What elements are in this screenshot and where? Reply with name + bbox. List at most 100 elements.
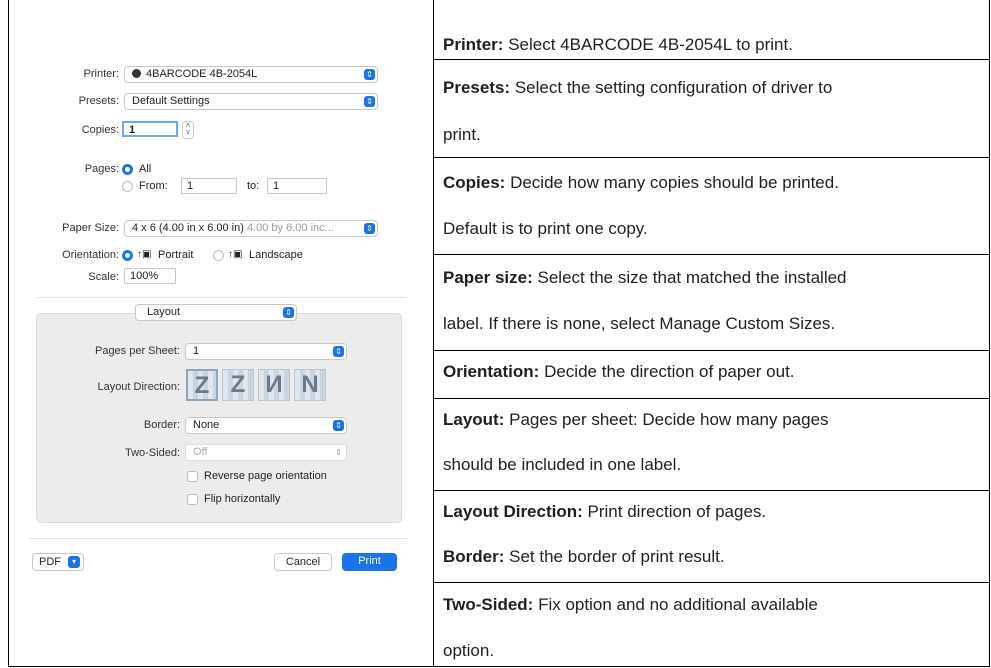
row-term: Printer: <box>443 35 504 54</box>
row-term: Copies: <box>443 173 506 192</box>
pdf-label: PDF <box>39 556 61 568</box>
row-line: Select the setting configuration of driv… <box>514 78 833 97</box>
two-sided-value: Off <box>193 446 208 458</box>
row-line: Default is to print one copy. <box>443 219 648 238</box>
landscape-icon: ↑▣ <box>228 249 243 260</box>
presets-value: Default Settings <box>132 95 210 107</box>
row-line: print. <box>443 125 481 144</box>
chevron-updown-icon: ⇕ <box>364 69 375 80</box>
row-line: Decide the direction of paper out. <box>544 362 795 381</box>
pages-all-label: All <box>139 163 152 175</box>
row-term: Border: <box>443 547 505 566</box>
pages-per-sheet-select[interactable]: 1 ⇕ <box>185 343 347 360</box>
layout-direction-label: Layout Direction: <box>97 381 180 393</box>
copies-stepper[interactable]: ˄ ˅ <box>182 121 194 139</box>
row-line: Pages per sheet: Decide how many pages <box>509 410 829 429</box>
paper-size-value: 4 x 6 (4.00 in x 6.00 in) <box>132 222 244 234</box>
table-row: Presets: Select the setting configuratio… <box>434 60 989 158</box>
row-text: Copies: Decide how many copies should be… <box>443 173 839 193</box>
row-line: Select 4BARCODE 4B-2054L to print. <box>508 35 793 54</box>
row-term: Two-Sided: <box>443 595 534 614</box>
border-select[interactable]: None ⇕ <box>185 417 347 434</box>
reverse-page-label: Reverse page orientation <box>204 470 327 482</box>
section-select[interactable]: Layout ⇕ <box>135 304 297 321</box>
chevron-updown-icon: ⇕ <box>333 420 344 431</box>
pages-to-label: to: <box>247 180 260 192</box>
portrait-icon: ↑▣ <box>137 249 152 260</box>
flip-horizontally-label: Flip horizontally <box>204 493 281 505</box>
portrait-label: Portrait <box>158 249 194 261</box>
landscape-radio[interactable] <box>213 250 224 261</box>
row-text: Presets: Select the setting configuratio… <box>443 78 832 98</box>
row-line: Decide how many copies should be printed… <box>510 173 839 192</box>
scale-field[interactable]: 100% <box>124 268 176 284</box>
orientation-label: Orientation: <box>62 249 119 261</box>
paper-size-label: Paper Size: <box>62 222 119 234</box>
table-row: Printer: Select 4BARCODE 4B-2054L to pri… <box>434 0 989 60</box>
row-line: label. If there is none, select Manage C… <box>443 314 836 333</box>
separator <box>36 297 406 298</box>
layout-direction-z-reverse-icon[interactable]: Z <box>222 369 254 401</box>
landscape-label: Landscape <box>249 249 303 261</box>
layout-direction-n-icon[interactable]: N <box>294 369 326 401</box>
row-term: Paper size: <box>443 268 533 287</box>
two-sided-select[interactable]: Off ⇕ <box>185 444 347 461</box>
pages-label: Pages: <box>84 163 119 175</box>
layout-direction-n-reverse-icon[interactable]: И <box>258 369 290 401</box>
pages-per-sheet-label: Pages per Sheet: <box>94 345 180 357</box>
row-line: Set the border of print result. <box>509 547 725 566</box>
flip-horizontally-checkbox[interactable] <box>187 494 198 505</box>
row-text: Two-Sided: Fix option and no additional … <box>443 595 818 615</box>
row-line: option. <box>443 641 495 660</box>
pages-to-field[interactable]: 1 <box>267 178 327 194</box>
row-text: Orientation: Decide the direction of pap… <box>443 362 795 382</box>
table-row: Copies: Decide how many copies should be… <box>434 158 989 255</box>
row-line: Print direction of pages. <box>587 502 767 521</box>
row-term: Presets: <box>443 78 511 97</box>
border-value: None <box>193 419 220 431</box>
printer-select[interactable]: 4BARCODE 4B-2054L ⇕ <box>124 66 378 83</box>
row-term: Layout Direction: <box>443 502 583 521</box>
row-line: should be included in one label. <box>443 455 682 474</box>
row-text: Paper size: Select the size that matched… <box>443 268 847 288</box>
row-text: Border: Set the border of print result. <box>443 547 725 567</box>
chevron-updown-icon: ⇕ <box>283 307 294 318</box>
row-text: Layout Direction: Print direction of pag… <box>443 502 766 522</box>
chevron-updown-icon: ⇕ <box>364 96 375 107</box>
border-label: Border: <box>143 419 180 431</box>
pdf-button[interactable]: PDF ▾ <box>32 553 84 571</box>
chevron-updown-icon: ⇕ <box>364 223 375 234</box>
row-text: Printer: Select 4BARCODE 4B-2054L to pri… <box>443 35 793 55</box>
table-row: Two-Sided: Fix option and no additional … <box>434 583 989 667</box>
pages-from-label: From: <box>139 180 168 192</box>
portrait-radio[interactable] <box>122 250 133 261</box>
row-line: Fix option and no additional available <box>538 595 818 614</box>
copies-field[interactable]: 1 <box>122 121 178 137</box>
section-value: Layout <box>147 306 181 318</box>
row-term: Layout: <box>443 410 505 429</box>
pages-from-radio[interactable] <box>122 181 133 192</box>
cancel-button[interactable]: Cancel <box>274 553 332 571</box>
reverse-page-checkbox[interactable] <box>187 471 198 482</box>
chevron-updown-icon: ⇕ <box>335 448 342 457</box>
table-row: Paper size: Select the size that matched… <box>434 255 989 351</box>
printer-status-icon <box>132 69 141 78</box>
layout-direction-z-icon[interactable]: Z <box>186 369 218 401</box>
pages-per-sheet-value: 1 <box>193 345 200 357</box>
table-row: Layout Direction: Print direction of pag… <box>434 491 989 583</box>
pages-from-field[interactable]: 1 <box>181 178 237 194</box>
table-row: Orientation: Decide the direction of pap… <box>434 351 989 399</box>
chevron-updown-icon: ⇕ <box>333 346 344 357</box>
presets-label: Presets: <box>78 95 119 107</box>
chevron-down-icon: ▾ <box>68 556 80 568</box>
scale-label: Scale: <box>88 271 119 283</box>
copies-label: Copies: <box>81 124 119 136</box>
paper-size-select[interactable]: 4 x 6 (4.00 in x 6.00 in) 4.00 by 6.00 i… <box>124 220 378 237</box>
presets-select[interactable]: Default Settings ⇕ <box>124 93 378 110</box>
print-button[interactable]: Print <box>342 553 397 571</box>
row-text: Layout: Pages per sheet: Decide how many… <box>443 410 829 430</box>
two-sided-label: Two-Sided: <box>124 447 180 459</box>
pages-all-radio[interactable] <box>122 164 133 175</box>
row-line: Select the size that matched the install… <box>537 268 847 287</box>
printer-label: Printer: <box>83 68 119 80</box>
